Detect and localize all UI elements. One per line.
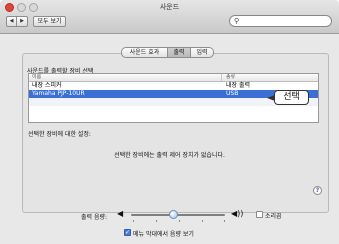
- speaker-low-icon: ◀: [117, 209, 124, 218]
- slider-tick: [224, 220, 225, 222]
- search-icon: ⚲: [234, 17, 240, 25]
- column-header-name[interactable]: 이름: [32, 74, 41, 81]
- mute-checkbox[interactable]: [256, 211, 263, 218]
- title-bar: 사운드 ◀ ▶ 모두 보기 ⚲: [0, 0, 339, 34]
- device-name: Yamaha PJP-10UR: [32, 90, 85, 97]
- device-name: 내장 스피커: [32, 82, 62, 89]
- forward-arrow-icon: ▶: [20, 18, 24, 24]
- table-header: 이름 종류: [29, 74, 318, 82]
- show-volume-in-menu-bar-label: 메뉴 막대에서 음량 보기: [133, 231, 194, 238]
- window-title: 사운드: [159, 3, 180, 11]
- volume-slider-knob[interactable]: [169, 210, 178, 219]
- back-arrow-icon: ◀: [9, 18, 14, 24]
- device-settings-label: 선택한 장비에 대한 설정:: [28, 131, 91, 138]
- slider-tick: [202, 220, 203, 222]
- mute-label: 소리끔: [265, 213, 282, 220]
- show-all-button[interactable]: 모두 보기: [33, 16, 66, 27]
- back-button[interactable]: ◀: [6, 16, 17, 27]
- nav-buttons: ◀ ▶: [6, 16, 28, 27]
- table-row[interactable]: 내장 스피커 내장 출력: [29, 82, 318, 90]
- sound-preferences-window: 사운드 ◀ ▶ 모두 보기 ⚲ 사운드 효과 출력 입력 사운드를 출력할 장비…: [0, 0, 339, 244]
- help-button[interactable]: ?: [313, 186, 322, 195]
- column-header-type[interactable]: 종류: [226, 74, 235, 81]
- slider-tick: [156, 220, 157, 222]
- table-row-empty: [29, 106, 318, 114]
- slider-tick: [179, 220, 180, 222]
- tab-output[interactable]: 출력: [168, 47, 191, 58]
- tab-bar: 사운드 효과 출력 입력: [121, 47, 214, 58]
- forward-button[interactable]: ▶: [17, 16, 28, 27]
- speaker-high-icon: ◀)): [231, 209, 244, 218]
- select-callout: 선택: [274, 90, 309, 105]
- tab-input[interactable]: 입력: [191, 47, 214, 58]
- no-controls-message: 선택한 장비에는 출력 제어 장치가 없습니다.: [114, 152, 225, 159]
- output-volume-label: 출력 음량:: [81, 214, 108, 221]
- search-input[interactable]: [242, 16, 327, 26]
- tab-sound-effects[interactable]: 사운드 효과: [121, 47, 168, 58]
- device-type: USB: [226, 90, 239, 97]
- column-divider: [221, 74, 222, 81]
- search-field[interactable]: ⚲: [229, 15, 332, 27]
- device-type: 내장 출력: [226, 82, 250, 89]
- slider-tick: [133, 220, 134, 222]
- volume-slider-track[interactable]: [131, 214, 225, 216]
- show-volume-in-menu-bar-checkbox[interactable]: ✓: [124, 229, 131, 236]
- checkmark-icon: ✓: [125, 229, 131, 236]
